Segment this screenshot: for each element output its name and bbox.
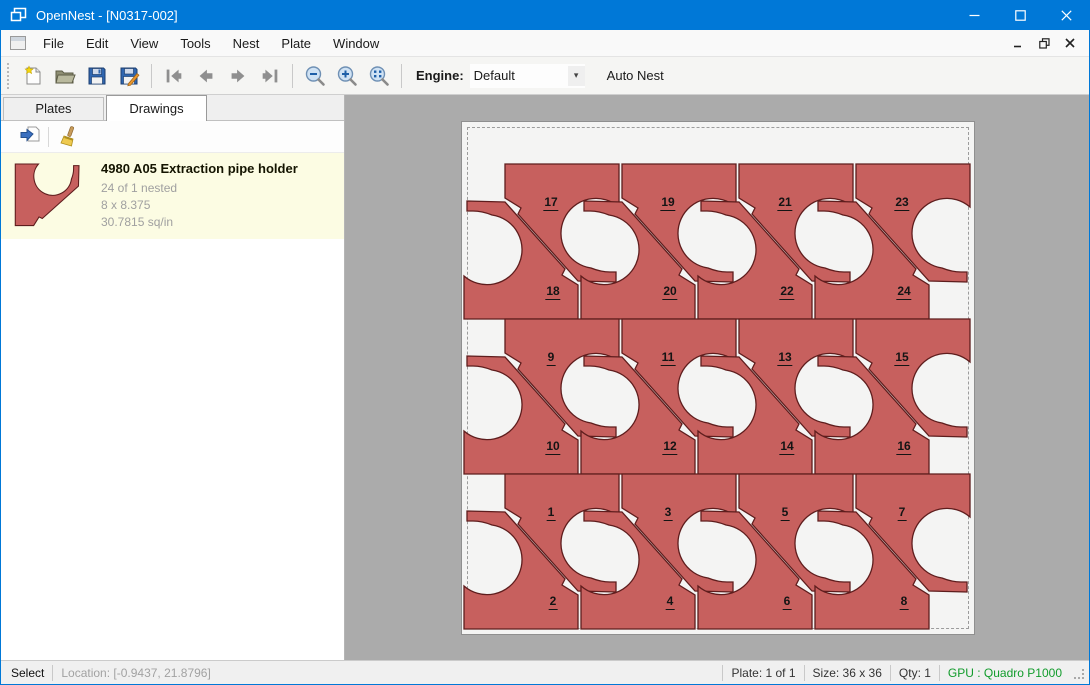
part-number-4: 4	[666, 595, 675, 610]
menu-nest[interactable]: Nest	[222, 32, 271, 55]
part-number-22: 22	[779, 285, 794, 300]
drawing-size: 8 x 8.375	[101, 197, 298, 214]
zoom-out-button[interactable]	[301, 62, 329, 90]
go-previous-button[interactable]	[192, 62, 220, 90]
part-number-5: 5	[781, 506, 790, 521]
part-thumbnail	[9, 163, 89, 229]
part-number-2: 2	[549, 595, 558, 610]
tab-drawings[interactable]: Drawings	[106, 95, 207, 121]
status-size: Size: 36 x 36	[813, 666, 882, 680]
app-window: OpenNest - [N0317-002] FileEditViewTools…	[0, 0, 1090, 685]
status-gpu: GPU : Quadro P1000	[948, 666, 1062, 680]
part-number-1: 1	[547, 506, 556, 521]
save-as-button[interactable]	[115, 62, 143, 90]
part-number-9: 9	[547, 351, 556, 366]
new-document-button[interactable]	[19, 62, 47, 90]
engine-select[interactable]: Default ▾	[470, 64, 585, 88]
part-number-8: 8	[900, 595, 909, 610]
part-number-24: 24	[896, 285, 911, 300]
main-toolbar: Engine: Default ▾ Auto Nest	[1, 57, 1089, 95]
nest-canvas[interactable]: 171921231820222491113151012141613572468	[345, 95, 1089, 660]
status-location: Location: [-0.9437, 21.8796]	[61, 666, 210, 680]
toolbar-separator	[151, 64, 152, 88]
part-number-11: 11	[661, 351, 676, 366]
title-bar: OpenNest - [N0317-002]	[1, 0, 1089, 30]
plate[interactable]: 171921231820222491113151012141613572468	[461, 121, 975, 635]
part-number-20: 20	[662, 285, 677, 300]
status-separator	[722, 665, 723, 681]
part-number-16: 16	[896, 440, 911, 455]
drawing-nested-count: 24 of 1 nested	[101, 180, 298, 197]
toolbar-grip[interactable]	[7, 63, 11, 89]
status-separator	[52, 665, 53, 681]
app-icon	[10, 6, 28, 24]
zoom-in-button[interactable]	[333, 62, 361, 90]
part-number-7: 7	[898, 506, 907, 521]
part-number-18: 18	[545, 285, 560, 300]
menu-window[interactable]: Window	[322, 32, 390, 55]
import-drawing-button[interactable]	[15, 124, 43, 150]
part-number-10: 10	[545, 440, 560, 455]
status-bar: Select Location: [-0.9437, 21.8796] Plat…	[1, 660, 1089, 684]
window-title: OpenNest - [N0317-002]	[36, 8, 951, 23]
go-next-button[interactable]	[224, 62, 252, 90]
tab-strip: Plates Drawings	[1, 95, 344, 121]
engine-selected-value: Default	[470, 68, 568, 83]
status-mode: Select	[1, 666, 44, 680]
drawing-list-item[interactable]: 4980 A05 Extraction pipe holder 24 of 1 …	[1, 153, 344, 239]
part-number-19: 19	[660, 196, 675, 211]
drawing-area: 30.7815 sq/in	[101, 214, 298, 231]
status-separator	[939, 665, 940, 681]
toolbar-separator	[292, 64, 293, 88]
part-number-21: 21	[777, 196, 792, 211]
status-plate: Plate: 1 of 1	[731, 666, 795, 680]
part-number-15: 15	[894, 351, 909, 366]
menu-bar: FileEditViewToolsNestPlateWindow	[1, 30, 1089, 57]
status-separator	[890, 665, 891, 681]
minimize-button[interactable]	[951, 0, 997, 30]
go-first-button[interactable]	[160, 62, 188, 90]
clean-button[interactable]	[54, 124, 82, 150]
menu-tools[interactable]: Tools	[169, 32, 221, 55]
mdi-restore-button[interactable]	[1031, 32, 1057, 54]
mdi-close-button[interactable]	[1057, 32, 1083, 54]
chevron-down-icon[interactable]: ▾	[568, 66, 585, 86]
part-number-12: 12	[662, 440, 677, 455]
part-number-14: 14	[779, 440, 794, 455]
close-button[interactable]	[1043, 0, 1089, 30]
drawing-title: 4980 A05 Extraction pipe holder	[101, 161, 298, 176]
panel-toolbar-separator	[48, 127, 49, 147]
menu-plate[interactable]: Plate	[270, 32, 322, 55]
save-button[interactable]	[83, 62, 111, 90]
part-number-3: 3	[664, 506, 673, 521]
zoom-extents-button[interactable]	[365, 62, 393, 90]
maximize-button[interactable]	[997, 0, 1043, 30]
status-qty: Qty: 1	[899, 666, 931, 680]
part-number-23: 23	[894, 196, 909, 211]
auto-nest-button[interactable]: Auto Nest	[599, 63, 672, 88]
part-number-6: 6	[783, 595, 792, 610]
engine-label: Engine:	[416, 68, 464, 83]
tab-plates[interactable]: Plates	[3, 97, 104, 120]
part-number-17: 17	[543, 196, 558, 211]
resize-grip[interactable]	[1070, 665, 1086, 681]
mdi-document-icon[interactable]	[10, 36, 26, 50]
toolbar-separator	[401, 64, 402, 88]
open-folder-button[interactable]	[51, 62, 79, 90]
part-number-13: 13	[777, 351, 792, 366]
menu-view[interactable]: View	[119, 32, 169, 55]
menu-file[interactable]: File	[32, 32, 75, 55]
menu-edit[interactable]: Edit	[75, 32, 119, 55]
drawings-toolbar	[1, 121, 344, 153]
status-separator	[804, 665, 805, 681]
left-panel: Plates Drawings	[1, 95, 345, 660]
go-last-button[interactable]	[256, 62, 284, 90]
mdi-minimize-button[interactable]	[1005, 32, 1031, 54]
